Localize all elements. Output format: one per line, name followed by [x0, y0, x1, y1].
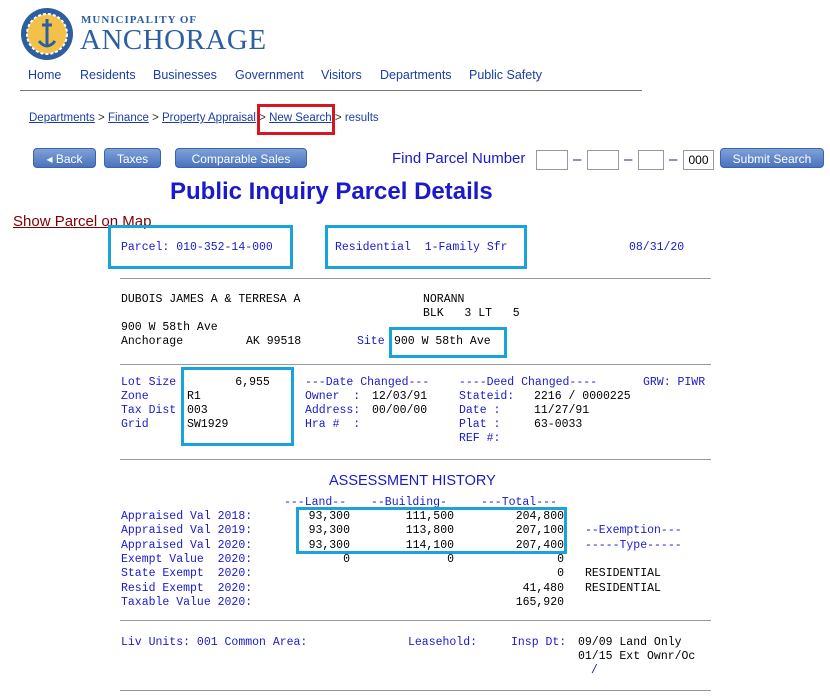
assessment-extra: RESIDENTIAL — [585, 567, 661, 581]
grw-code: GRW: PIWR — [643, 376, 706, 389]
assessment-total: 165,920 — [515, 595, 564, 609]
use-highlight — [325, 225, 527, 269]
breadcrumb-departments[interactable]: Departments — [29, 112, 95, 124]
assessment-row-label: Taxable Value 2020: — [121, 595, 253, 609]
owner-name: DUBOIS JAMES A & TERRESA A — [121, 293, 301, 306]
assessment-history-title: ASSESSMENT HISTORY — [329, 473, 496, 489]
breadcrumb-sep: > — [94, 112, 108, 124]
inspection-2: 01/15 Ext Ownr/Oc — [578, 650, 696, 663]
inspection-1: 09/09 Land Only — [578, 636, 682, 649]
assessment-extra: -----Type----- — [585, 538, 682, 552]
logo-anchorage-text: ANCHORAGE — [80, 24, 267, 56]
nav-visitors[interactable]: Visitors — [321, 68, 362, 82]
parcel-field-2[interactable] — [587, 150, 619, 170]
site-highlight — [389, 327, 507, 358]
assessment-row-label: Resid Exempt 2020: — [121, 581, 253, 595]
new-search-highlight — [257, 104, 335, 135]
comparable-sales-button[interactable]: Comparable Sales — [175, 148, 307, 168]
report-date: 08/31/20 — [629, 241, 685, 254]
breadcrumb-results: results — [344, 112, 379, 124]
taxes-button[interactable]: Taxes — [104, 148, 161, 168]
deed-changed-values: 2216 / 0000225 11/27/91 63-0033 — [534, 390, 631, 431]
assessment-total: 0 — [557, 552, 564, 566]
dash: – — [669, 151, 678, 168]
parcel-field-1[interactable] — [536, 150, 568, 170]
date-changed-values: 12/03/91 00/00/00 — [372, 390, 428, 417]
assessment-land: 0 — [343, 552, 350, 566]
assessment-total: 41,480 — [522, 581, 564, 595]
nav-public-safety[interactable]: Public Safety — [469, 68, 542, 82]
parcel-highlight — [108, 225, 293, 269]
dash: – — [573, 151, 582, 168]
appraised-values-highlight — [296, 507, 567, 554]
back-button[interactable]: ◂ Back — [33, 148, 96, 168]
subdivision-name: NORANN — [423, 293, 465, 306]
divider — [120, 364, 711, 365]
submit-search-button[interactable]: Submit Search — [720, 148, 824, 168]
nav-residents[interactable]: Residents — [80, 68, 136, 82]
nav-home[interactable]: Home — [28, 68, 61, 82]
assessment-row-label: Appraised Val 2019: — [121, 524, 253, 538]
assessment-row-label: Exempt Value 2020: — [121, 552, 253, 566]
living-units: Liv Units: 001 Common Area: — [121, 636, 308, 649]
nav-businesses[interactable]: Businesses — [153, 68, 217, 82]
dash: – — [624, 151, 633, 168]
owner-address: 900 W 58th Ave — [121, 321, 218, 334]
assessment-row-label: Appraised Val 2020: — [121, 538, 253, 552]
inspection-3: / — [591, 664, 598, 677]
block-lot: BLK 3 LT 5 — [423, 307, 520, 320]
divider — [120, 690, 711, 691]
site-label: Site — [357, 335, 385, 348]
find-parcel-label: Find Parcel Number — [392, 150, 526, 167]
nav-divider — [20, 90, 642, 91]
assessment-total: 0 — [557, 567, 564, 581]
assessment-building: 0 — [447, 552, 454, 566]
lot-highlight — [181, 367, 294, 446]
breadcrumb-property-appraisal[interactable]: Property Appraisal — [162, 112, 256, 124]
divider — [120, 620, 711, 621]
leasehold-label: Leasehold: — [408, 636, 478, 649]
assessment-row-label: State Exempt 2020: — [121, 567, 253, 581]
assessment-extra: --Exemption--- — [585, 524, 682, 538]
breadcrumb-finance[interactable]: Finance — [108, 112, 149, 124]
page-title: Public Inquiry Parcel Details — [170, 178, 493, 205]
lot-labels: Lot Size Zone Tax Dist Grid — [121, 376, 177, 431]
nav-government[interactable]: Government — [235, 68, 304, 82]
divider — [120, 278, 711, 279]
assessment-row-label: Appraised Val 2018: — [121, 510, 253, 523]
divider — [120, 459, 711, 460]
nav-departments[interactable]: Departments — [380, 68, 452, 82]
parcel-field-4[interactable]: 000 — [683, 150, 714, 170]
breadcrumb-sep: > — [148, 112, 162, 124]
anchorage-seal-logo — [21, 8, 73, 60]
parcel-field-3[interactable] — [638, 150, 664, 170]
owner-city: Anchorage — [121, 335, 184, 348]
inspection-label: Insp Dt: — [511, 636, 567, 649]
assessment-extra: RESIDENTIAL — [585, 581, 661, 595]
owner-state-zip: AK 99518 — [246, 335, 302, 348]
